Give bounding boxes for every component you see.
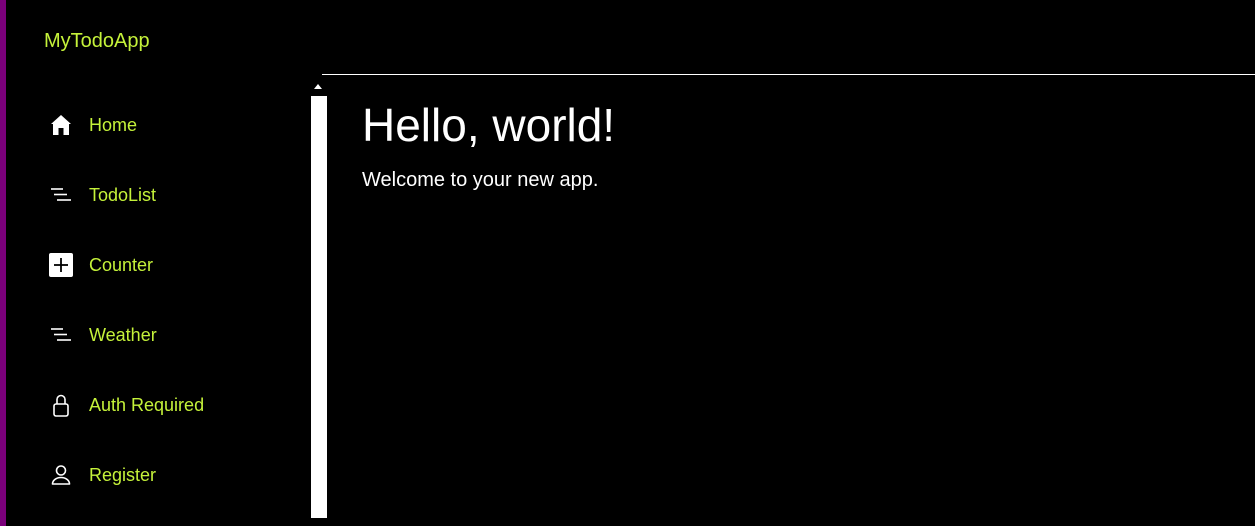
nav-item-label: Home xyxy=(89,115,138,135)
nav-item-label: Register xyxy=(89,465,157,485)
user-icon xyxy=(49,463,73,487)
home-icon xyxy=(49,113,73,137)
nav-item-label: Counter xyxy=(89,255,154,275)
nav-item-weather[interactable]: Weather xyxy=(8,299,303,369)
brand-link[interactable]: MyTodoApp xyxy=(44,29,150,53)
scroll-up-arrow-icon[interactable] xyxy=(314,84,322,89)
list-icon xyxy=(49,183,73,207)
nav-item-label: TodoList xyxy=(89,185,157,205)
nav-menu: Home TodoList Counter Weather Auth Requi… xyxy=(8,89,303,509)
nav-item-register[interactable]: Register xyxy=(8,439,303,509)
main-content: Hello, world! Welcome to your new app. xyxy=(322,75,1255,526)
welcome-text: Welcome to your new app. xyxy=(362,169,599,191)
nav-item-label: Auth Required xyxy=(89,395,205,415)
nav-item-counter[interactable]: Counter xyxy=(8,229,303,299)
nav-item-auth-required[interactable]: Auth Required xyxy=(8,369,303,439)
nav-item-todolist[interactable]: TodoList xyxy=(8,159,303,229)
lock-icon xyxy=(49,393,73,417)
nav-item-home[interactable]: Home xyxy=(8,89,303,159)
sidebar: MyTodoApp Home TodoList Counter Weather … xyxy=(8,0,327,526)
plus-square-icon xyxy=(49,253,73,277)
list-icon xyxy=(49,323,73,347)
nav-item-label: Weather xyxy=(89,325,157,345)
page-title: Hello, world! xyxy=(362,99,616,151)
